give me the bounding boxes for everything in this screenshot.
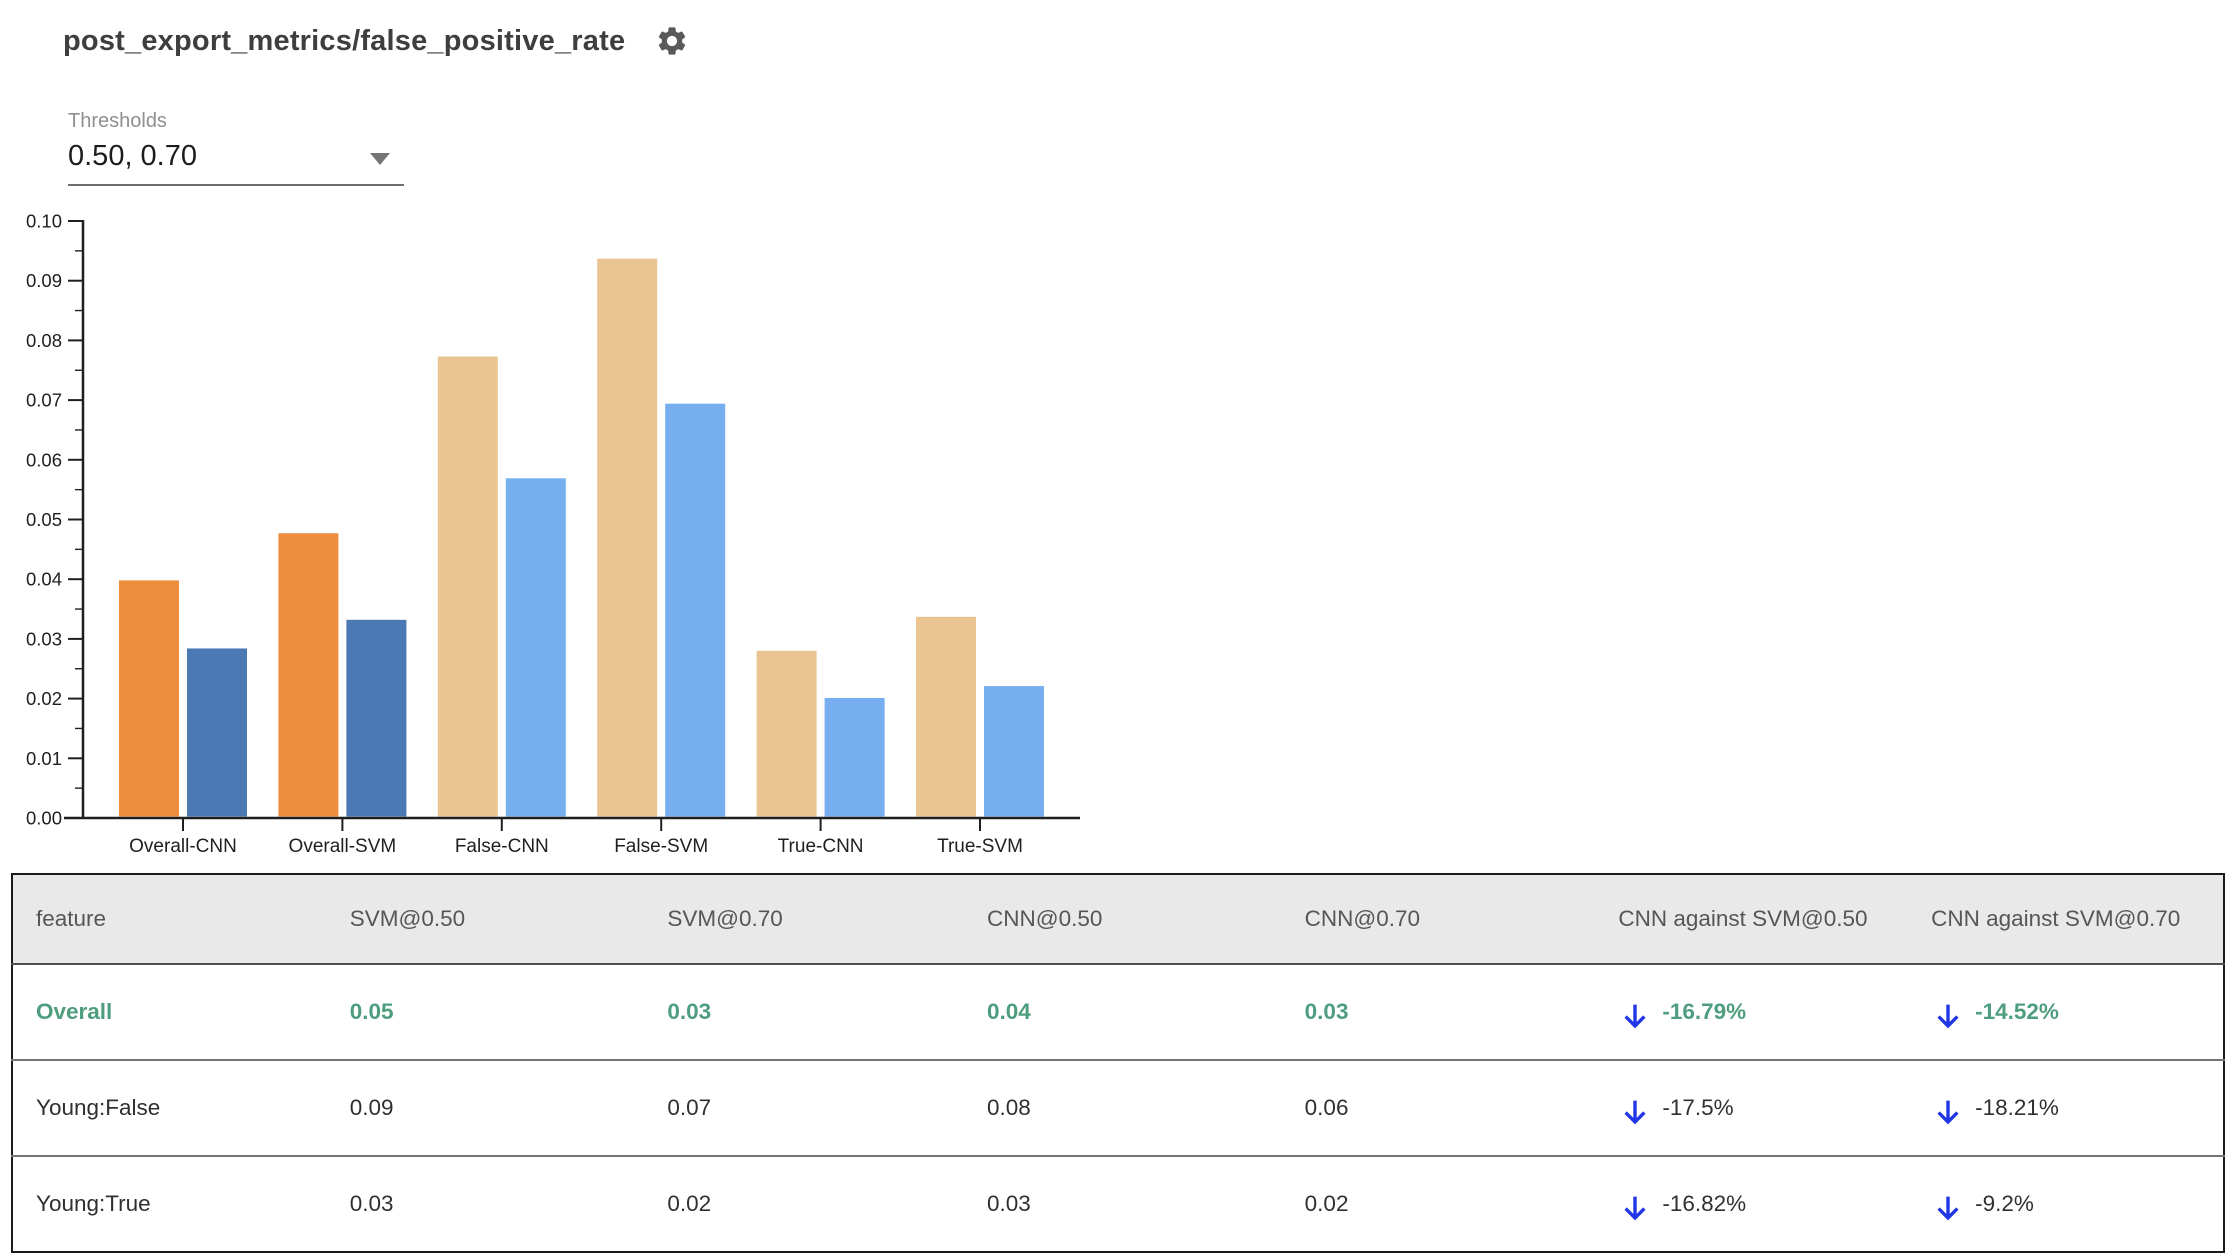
col-header-svm050: SVM@0.50 xyxy=(326,874,645,965)
gear-glyph xyxy=(659,27,686,55)
x-tick-label: Overall-SVM xyxy=(289,836,397,857)
table-row-overall[interactable]: Overall 0.05 0.03 0.04 0.03 -16.79% -14.… xyxy=(12,964,2224,1060)
chevron-down-icon xyxy=(370,153,390,165)
down-arrow-icon xyxy=(1624,1196,1646,1221)
chart-area: 0.00 0.01 0.02 0.03 0.04 0.05 0.06 0.07 0.08 0.09… xyxy=(0,200,1100,878)
col-header-cnn-vs-svm070: CNN against SVM@0.70 xyxy=(1908,874,2224,965)
down-arrow-icon xyxy=(1624,1100,1646,1125)
down-arrow-icon xyxy=(1937,1196,1959,1221)
fairness-metrics-panel: { "header": { "title": "post_export_metr… xyxy=(0,0,2236,1258)
y-tick-label: 0.09 xyxy=(26,270,62,291)
y-tick-label: 0.08 xyxy=(26,330,62,351)
value-cell: 0.06 xyxy=(1304,1095,1349,1120)
bar-Overall-CNN-t050 xyxy=(119,580,179,817)
down-arrow-icon xyxy=(1624,1004,1646,1029)
settings-gear-icon[interactable] xyxy=(653,22,691,60)
down-arrow-icon xyxy=(1937,1004,1959,1029)
bar-True-SVM-t050 xyxy=(916,616,976,817)
bar-False-SVM-t050 xyxy=(597,258,658,817)
y-tick-label: 0.04 xyxy=(26,569,62,590)
bar-True-CNN-t070 xyxy=(824,698,885,817)
feature-cell: Overall xyxy=(36,999,113,1024)
x-tick-label: False-SVM xyxy=(614,836,708,857)
metric-title: post_export_metrics/false_positive_rate xyxy=(63,24,626,57)
y-tick-label: 0.02 xyxy=(26,688,62,709)
x-tick-label: True-SVM xyxy=(937,836,1023,857)
delta-cell: -16.79% xyxy=(1618,991,1898,1033)
y-tick-label: 0.10 xyxy=(26,211,62,232)
value-cell: 0.03 xyxy=(1304,999,1349,1024)
value-cell: 0.07 xyxy=(667,1095,712,1120)
feature-cell: Young:True xyxy=(36,1191,151,1216)
x-tick-label: False-CNN xyxy=(455,836,549,857)
false-positive-rate-bar-chart: 0.00 0.01 0.02 0.03 0.04 0.05 0.06 0.07 0.08 0.09… xyxy=(26,211,1080,857)
table-header: feature SVM@0.50 SVM@0.70 CNN@0.50 CNN@0… xyxy=(12,874,2224,965)
col-header-svm070: SVM@0.70 xyxy=(644,874,965,965)
value-cell: 0.05 xyxy=(349,999,394,1024)
bar-Overall-SVM-t070 xyxy=(346,619,407,817)
col-header-feature: feature xyxy=(12,874,327,965)
bar-Overall-CNN-t070 xyxy=(187,648,247,817)
value-cell: 0.03 xyxy=(987,1191,1031,1216)
delta-value: -16.79% xyxy=(1662,999,1747,1024)
panel-header: post_export_metrics/false_positive_rate xyxy=(63,22,691,60)
col-header-cnn070: CNN@0.70 xyxy=(1281,874,1596,965)
y-tick-label: 0.00 xyxy=(26,808,62,829)
down-arrow-icon xyxy=(1937,1100,1959,1125)
delta-value: -18.21% xyxy=(1975,1095,2059,1120)
y-tick-label: 0.01 xyxy=(26,748,62,769)
feature-cell: Young:False xyxy=(36,1095,161,1120)
delta-value: -16.82% xyxy=(1662,1191,1747,1216)
y-tick-label: 0.06 xyxy=(26,449,62,470)
bar-False-CNN-t070 xyxy=(505,478,566,817)
x-tick-label: Overall-CNN xyxy=(129,836,237,857)
thresholds-value: 0.50, 0.70 xyxy=(68,140,197,172)
thresholds-field[interactable]: 0.50, 0.70 xyxy=(68,140,404,186)
y-tick-label: 0.07 xyxy=(26,390,62,411)
delta-cell: -17.5% xyxy=(1618,1087,1898,1129)
table-row-young-true[interactable]: Young:True 0.03 0.02 0.03 0.02 -16.82% -… xyxy=(12,1156,2224,1252)
value-cell: 0.04 xyxy=(987,999,1031,1024)
bar-True-CNN-t050 xyxy=(756,650,817,817)
table-row-young-false[interactable]: Young:False 0.09 0.07 0.08 0.06 -17.5% -… xyxy=(12,1060,2224,1156)
thresholds-dropdown[interactable]: Thresholds 0.50, 0.70 xyxy=(68,110,404,186)
delta-cell: -14.52% xyxy=(1931,991,2213,1033)
value-cell: 0.03 xyxy=(667,999,712,1024)
bar-False-CNN-t050 xyxy=(437,356,498,817)
bar-False-SVM-t070 xyxy=(665,403,726,817)
delta-cell: -18.21% xyxy=(1931,1087,2213,1129)
delta-value: -14.52% xyxy=(1975,999,2059,1024)
col-header-cnn050: CNN@0.50 xyxy=(964,874,1282,965)
col-header-cnn-vs-svm050: CNN against SVM@0.50 xyxy=(1595,874,1909,965)
delta-value: -17.5% xyxy=(1662,1095,1734,1120)
value-cell: 0.08 xyxy=(987,1095,1031,1120)
value-cell: 0.03 xyxy=(349,1191,394,1216)
value-cell: 0.02 xyxy=(667,1191,712,1216)
x-tick-label: True-CNN xyxy=(778,836,864,857)
bar-True-SVM-t070 xyxy=(984,686,1044,817)
y-tick-label: 0.03 xyxy=(26,628,62,649)
bar-Overall-SVM-t050 xyxy=(278,533,339,817)
metrics-table: feature SVM@0.50 SVM@0.70 CNN@0.50 CNN@0… xyxy=(11,873,2225,1253)
thresholds-label: Thresholds xyxy=(68,110,167,132)
value-cell: 0.02 xyxy=(1304,1191,1349,1216)
delta-value: -9.2% xyxy=(1975,1191,2034,1216)
y-tick-label: 0.05 xyxy=(26,509,62,530)
value-cell: 0.09 xyxy=(349,1095,394,1120)
delta-cell: -9.2% xyxy=(1931,1183,2213,1225)
delta-cell: -16.82% xyxy=(1618,1183,1898,1225)
